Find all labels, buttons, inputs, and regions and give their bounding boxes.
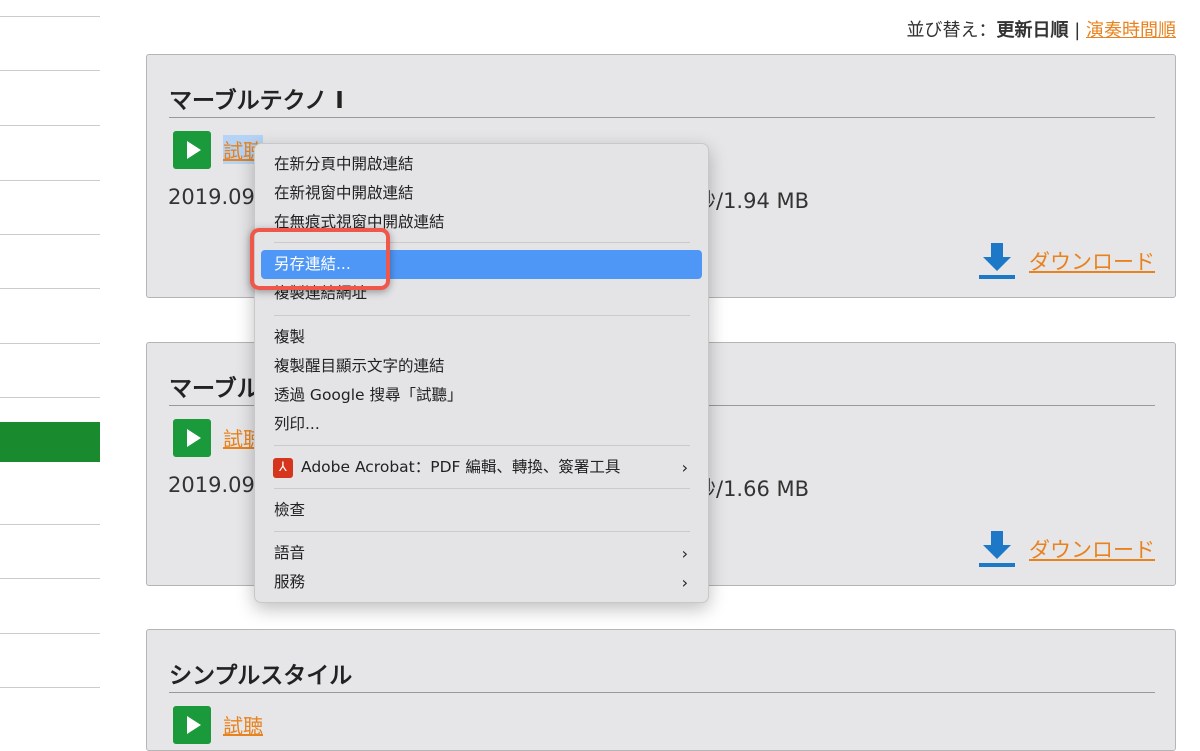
sidebar-divider xyxy=(0,125,100,126)
menu-separator xyxy=(274,488,690,489)
download-link[interactable]: ダウンロード xyxy=(1029,534,1155,564)
menu-copy-link-to-highlight[interactable]: 複製醒目顯示文字的連結 xyxy=(261,352,702,381)
track-title: マーブル xyxy=(169,376,260,402)
download-button[interactable]: ダウンロード xyxy=(977,529,1155,569)
track-card: シンプルスタイル 試聴 xyxy=(146,629,1176,751)
divider xyxy=(169,692,1155,693)
menu-separator xyxy=(274,531,690,532)
sidebar-divider xyxy=(0,234,100,235)
play-icon[interactable] xyxy=(173,419,211,457)
sidebar-divider xyxy=(0,687,100,688)
sort-bar: 並び替え：更新日順 | 演奏時間順 xyxy=(906,16,1176,42)
play-icon[interactable] xyxy=(173,706,211,744)
menu-services[interactable]: 服務 › xyxy=(261,568,702,597)
menu-open-new-window[interactable]: 在新視窗中開啟連結 xyxy=(261,179,702,208)
adobe-pdf-icon: ⅄ xyxy=(273,457,293,478)
listen-link[interactable]: 試聴 xyxy=(223,710,263,739)
menu-adobe-acrobat[interactable]: ⅄ Adobe Acrobat：PDF 編輯、轉換、簽署工具 › xyxy=(261,453,702,482)
sidebar-divider xyxy=(0,397,100,398)
context-menu: 在新分頁中開啟連結 在新視窗中開啟連結 在無痕式視窗中開啟連結 另存連結... … xyxy=(254,143,709,603)
track-title: マーブルテクノ I xyxy=(169,88,344,114)
sidebar-divider xyxy=(0,16,100,17)
track-date: 2019.09 xyxy=(168,185,255,209)
sort-by-duration-link[interactable]: 演奏時間順 xyxy=(1086,20,1176,41)
menu-item-label: 服務 xyxy=(274,573,306,591)
sidebar-divider xyxy=(0,343,100,344)
menu-item-label: Adobe Acrobat：PDF 編輯、轉換、簽署工具 xyxy=(301,458,621,476)
chevron-right-icon: › xyxy=(681,573,688,592)
sort-current: 更新日順 xyxy=(996,20,1069,41)
sidebar-divider xyxy=(0,633,100,634)
menu-speech[interactable]: 語音 › xyxy=(261,539,702,568)
menu-search-google[interactable]: 透過 Google 搜尋「試聽」 xyxy=(261,381,702,410)
sort-separator: | xyxy=(1074,20,1081,41)
play-icon[interactable] xyxy=(173,131,211,169)
menu-item-label: 語音 xyxy=(274,544,306,562)
track-info: 秒/1.94 MB xyxy=(695,189,810,213)
menu-separator xyxy=(274,315,690,316)
sidebar-divider xyxy=(0,578,100,579)
sidebar-divider xyxy=(0,524,100,525)
track-title: シンプルスタイル xyxy=(169,663,353,689)
download-icon xyxy=(979,531,1015,567)
track-info: 秒/1.66 MB xyxy=(695,477,810,501)
download-button[interactable]: ダウンロード xyxy=(977,241,1155,281)
highlight-callout xyxy=(250,228,390,290)
menu-print[interactable]: 列印... xyxy=(261,410,702,439)
menu-copy[interactable]: 複製 xyxy=(261,323,702,352)
track-date: 2019.09 xyxy=(168,473,255,497)
sidebar-divider xyxy=(0,180,100,181)
chevron-right-icon: › xyxy=(681,544,688,563)
sort-label: 並び替え： xyxy=(906,20,997,41)
menu-open-new-tab[interactable]: 在新分頁中開啟連結 xyxy=(261,150,702,179)
menu-separator xyxy=(274,445,690,446)
download-icon xyxy=(979,243,1015,279)
divider xyxy=(169,117,1155,118)
download-link[interactable]: ダウンロード xyxy=(1029,246,1155,276)
chevron-right-icon: › xyxy=(681,458,688,477)
menu-inspect[interactable]: 檢查 xyxy=(261,496,702,525)
sidebar-divider xyxy=(0,288,100,289)
sidebar-item-active[interactable] xyxy=(0,422,100,462)
sidebar-divider xyxy=(0,70,100,71)
